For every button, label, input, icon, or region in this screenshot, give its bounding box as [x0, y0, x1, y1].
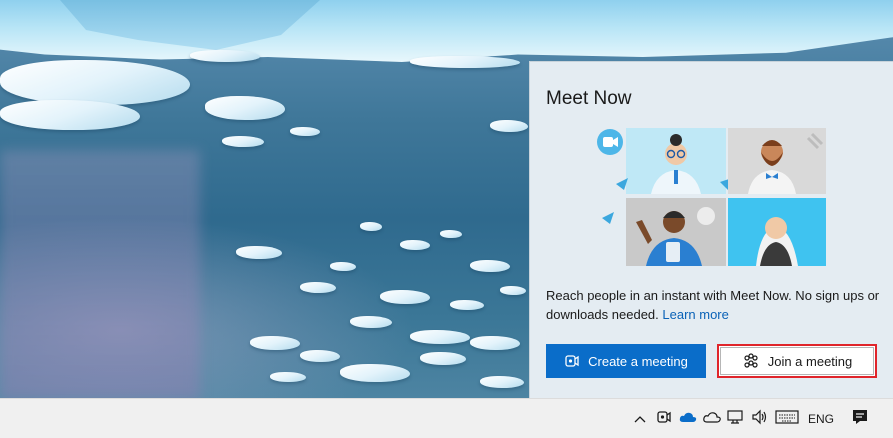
wallpaper-ice-floe — [410, 330, 470, 344]
input-language-label: ENG — [807, 412, 834, 426]
onedrive-personal-tray-button[interactable] — [701, 399, 723, 438]
meet-now-tray-button[interactable] — [654, 399, 674, 438]
meet-now-icon — [656, 409, 672, 430]
illustration-person-head — [665, 143, 687, 165]
onedrive-icon — [679, 410, 697, 428]
illustration-phone — [666, 242, 680, 262]
network-icon — [727, 409, 745, 430]
meet-now-icon — [564, 353, 580, 369]
wallpaper-ice-floe — [0, 100, 140, 130]
wallpaper-ice-floe — [270, 372, 306, 382]
wallpaper-water-reflection — [0, 150, 200, 398]
keyboard-icon — [775, 409, 799, 429]
wallpaper-ice-floe — [300, 282, 336, 293]
flyout-description: Reach people in an instant with Meet Now… — [546, 286, 886, 324]
wallpaper-ice-floe — [330, 262, 356, 271]
people-group-icon — [742, 353, 760, 369]
create-meeting-label: Create a meeting — [588, 353, 688, 369]
action-center-icon — [851, 408, 869, 431]
wallpaper-ice-floe — [450, 300, 484, 310]
input-language-button[interactable]: ENG — [803, 399, 839, 438]
illustration-paper-plane — [602, 212, 614, 224]
wallpaper-ice-floe — [470, 336, 520, 350]
wallpaper-ice-floe — [290, 127, 320, 136]
join-meeting-button[interactable]: Join a meeting — [717, 344, 877, 378]
volume-tray-button[interactable] — [749, 399, 771, 438]
onedrive-tray-button[interactable] — [677, 399, 699, 438]
network-tray-button[interactable] — [725, 399, 747, 438]
wallpaper-ice-floe — [470, 260, 510, 272]
show-hidden-icons-button[interactable] — [630, 399, 650, 438]
wallpaper-ice-floe — [420, 352, 466, 365]
wallpaper-ice-floe — [400, 240, 430, 250]
illustration-clock — [697, 207, 715, 225]
onedrive-personal-icon — [703, 410, 721, 428]
wallpaper-ice-floe — [205, 96, 285, 120]
illustration-person-head — [765, 217, 787, 239]
illustration-shirt — [674, 170, 678, 184]
touch-keyboard-tray-button[interactable] — [773, 399, 801, 438]
wallpaper-ice-floe — [440, 230, 462, 238]
create-meeting-button[interactable]: Create a meeting — [546, 344, 706, 378]
wallpaper-ice-floe — [340, 364, 410, 382]
learn-more-link[interactable]: Learn more — [662, 307, 728, 322]
wallpaper-ice-floe — [410, 56, 520, 68]
wallpaper-ice-floe — [250, 336, 300, 350]
taskbar: ENG — [0, 398, 893, 438]
wallpaper-ice-floe — [380, 290, 430, 304]
wallpaper-ice-floe — [0, 60, 190, 105]
chevron-up-icon — [634, 410, 646, 428]
action-center-button[interactable] — [846, 399, 874, 438]
wallpaper-ice-floe — [480, 376, 524, 388]
wallpaper-ice-floe — [500, 286, 526, 295]
meet-now-flyout: Meet Now Reach people in an instant with… — [529, 61, 893, 398]
wallpaper-ice-floe — [190, 50, 260, 62]
wallpaper-ice-floe — [236, 246, 282, 259]
wallpaper-ice-floe — [360, 222, 382, 231]
illustration-person-hair — [670, 134, 682, 146]
wallpaper-ice-floe — [222, 136, 264, 147]
wallpaper-ice-floe — [350, 316, 392, 328]
volume-icon — [751, 409, 769, 430]
video-camera-icon-body — [603, 137, 613, 147]
wallpaper-ice-floe — [490, 120, 528, 132]
flyout-title: Meet Now — [546, 88, 632, 109]
wallpaper-ice-floe — [300, 350, 340, 362]
meet-now-illustration — [597, 128, 826, 266]
join-meeting-label: Join a meeting — [767, 353, 853, 369]
